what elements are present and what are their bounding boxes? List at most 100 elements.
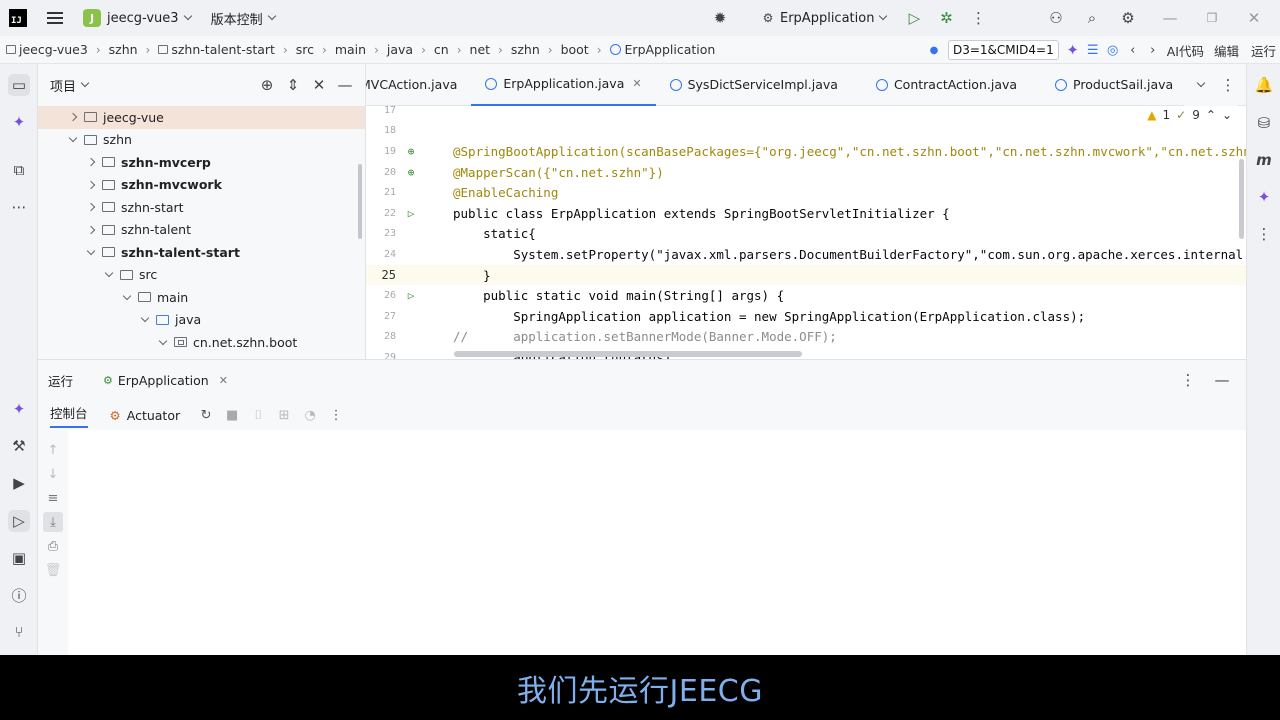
more-tools-icon[interactable]: ⋮ [1253,223,1275,245]
ai-sparkle-icon[interactable]: ✦ [1253,186,1275,208]
run-tool-icon[interactable]: ▷ [8,510,30,532]
restore-layout-icon[interactable]: ⊞ [274,405,294,425]
services-icon[interactable]: ▶ [8,472,30,494]
intellij-logo-icon[interactable]: IJ [9,9,27,27]
hide-panel-icon[interactable]: — [1212,370,1232,390]
close-tab-icon[interactable]: ✕ [219,374,228,387]
screenshot-icon[interactable]: ⌷ [248,405,268,425]
maven-icon[interactable]: m [1253,149,1275,171]
tab-options-icon[interactable]: ⋮ [1218,75,1238,95]
ide-window: IJ J jeecg-vue3 版本控制 ✹ ⚙ ErpApplication … [0,0,1280,655]
tree-item[interactable]: java [38,309,365,332]
rerun-icon[interactable]: ↻ [196,405,216,425]
ai-code-menu[interactable]: AI代码 [1167,41,1204,60]
editor-horizontal-scrollbar[interactable] [454,351,802,357]
run-gutter-icon[interactable]: ▷ [404,289,418,303]
console-tab[interactable]: 控制台 [50,403,88,428]
project-folder-icon[interactable]: ▭ [8,74,30,96]
line-number: 17 [383,104,396,116]
project-panel-title[interactable]: 项目 [50,76,76,95]
clear-trash-icon[interactable]: 🗑 [43,560,63,580]
run-icon[interactable]: ▷ [904,8,924,28]
tree-item[interactable]: jeecg-vue [38,106,365,129]
more-tools-icon[interactable]: ⋯ [8,196,30,218]
more-actions-icon[interactable]: ⋮ [968,8,988,28]
scroll-to-end-icon[interactable]: ⤓ [43,512,63,532]
soft-wrap-icon[interactable]: ≡ [43,488,63,508]
database-icon[interactable]: ☰ [1083,40,1103,60]
structure-icon[interactable]: ⧉ [8,159,30,181]
terminal-icon[interactable]: ▣ [8,547,30,569]
add-user-icon[interactable]: ⚇ [1046,8,1066,28]
hide-panel-icon[interactable]: — [335,75,355,95]
print-icon[interactable]: ⎙ [43,536,63,556]
settings-icon[interactable]: ◔ [300,405,320,425]
breadcrumb-item[interactable]: jeecg-vue3 [19,42,88,57]
breadcrumb-item[interactable]: net [470,42,491,57]
tree-item[interactable]: szhn-start [38,196,365,219]
ai-assistant-icon[interactable]: ✦ [8,111,30,133]
database-tool-icon[interactable]: ⛁ [1253,112,1275,134]
ai-sparkle-icon[interactable]: ✦ [1063,40,1083,60]
toggle-icon[interactable]: ● [924,40,944,60]
breadcrumb-item[interactable]: szhn [109,42,138,57]
run-menu[interactable]: 运行 [1251,41,1276,60]
bean-gutter-icon[interactable]: ⊕ [404,144,418,158]
editor-vertical-scrollbar[interactable] [1239,159,1244,239]
tree-item[interactable]: szhn-mvcwork [38,174,365,197]
options-icon[interactable]: ⋮ [1178,370,1198,390]
bean-gutter-icon[interactable]: ⊕ [404,165,418,179]
debug-bug-icon[interactable]: ✹ [710,8,730,28]
breadcrumb-item[interactable]: szhn [511,42,540,57]
project-scrollbar[interactable] [358,164,362,239]
tab-list-chevron-icon[interactable] [1196,78,1206,88]
settings-gear-icon[interactable]: ⚙ [1118,8,1138,28]
expand-all-icon[interactable]: ⇕ [283,75,303,95]
build-hammer-icon[interactable]: ⚒ [8,435,30,457]
tree-item[interactable]: main [38,286,365,309]
breadcrumb-item[interactable]: src [296,42,314,57]
copilot-icon[interactable]: ◎ [1103,40,1123,60]
chevron-left-icon[interactable]: ‹ [1123,40,1143,60]
ai-chat-icon[interactable]: ✦ [8,398,30,420]
breadcrumb-item[interactable]: ErpApplication [625,42,716,57]
minimize-icon[interactable]: — [1160,8,1180,28]
git-branch-icon[interactable]: ⑂ [8,621,30,643]
scroll-up-icon[interactable]: ↑ [43,440,63,460]
stop-icon[interactable]: ■ [222,405,242,425]
edit-menu[interactable]: 编辑 [1214,41,1239,60]
console-output[interactable] [68,430,1246,655]
run-configuration-selector[interactable]: ⚙ ErpApplication [760,8,888,28]
close-icon[interactable]: ✕ [1244,8,1264,28]
main-menu-icon[interactable] [47,12,63,24]
breadcrumb-item[interactable]: cn [434,42,449,57]
project-badge[interactable]: J [83,9,101,27]
find-input[interactable]: D3=1&CMID4=1 [947,40,1059,60]
tree-item[interactable]: szhn [38,129,365,152]
breadcrumb-item[interactable]: java [387,42,413,57]
restore-icon[interactable]: ❐ [1202,8,1222,28]
problems-icon[interactable]: ⓘ [8,584,30,606]
project-switcher[interactable]: jeecg-vue3 [107,11,179,26]
collapse-all-icon[interactable]: ✕ [309,75,329,95]
breadcrumb-item[interactable]: boot [561,42,589,57]
scroll-down-icon[interactable]: ↓ [43,464,63,484]
search-icon[interactable]: ⌕ [1082,8,1102,28]
more-options-icon[interactable]: ⋮ [326,405,346,425]
run-tab[interactable]: ⚙ ErpApplication ✕ [103,373,228,388]
chevron-right-icon[interactable]: › [1143,40,1163,60]
tree-item[interactable]: szhn-talent [38,219,365,242]
tree-item[interactable]: szhn-talent-start [38,241,365,264]
debug-icon[interactable]: ✲ [936,8,956,28]
breadcrumb-item[interactable]: szhn-talent-start [171,42,275,57]
tree-item[interactable]: src [38,264,365,287]
run-gutter-icon[interactable]: ▷ [404,206,418,220]
locate-icon[interactable]: ⊕ [257,75,277,95]
tree-item[interactable]: szhn-mvcerp [38,151,365,174]
tree-item[interactable]: cn.net.szhn.boot [38,331,365,354]
breadcrumb-item[interactable]: main [335,42,366,57]
close-tab-icon[interactable]: ✕ [632,77,641,90]
notifications-bell-icon[interactable]: 🔔 [1253,74,1275,96]
actuator-tab[interactable]: Actuator [127,408,180,423]
vcs-menu[interactable]: 版本控制 [211,9,263,28]
